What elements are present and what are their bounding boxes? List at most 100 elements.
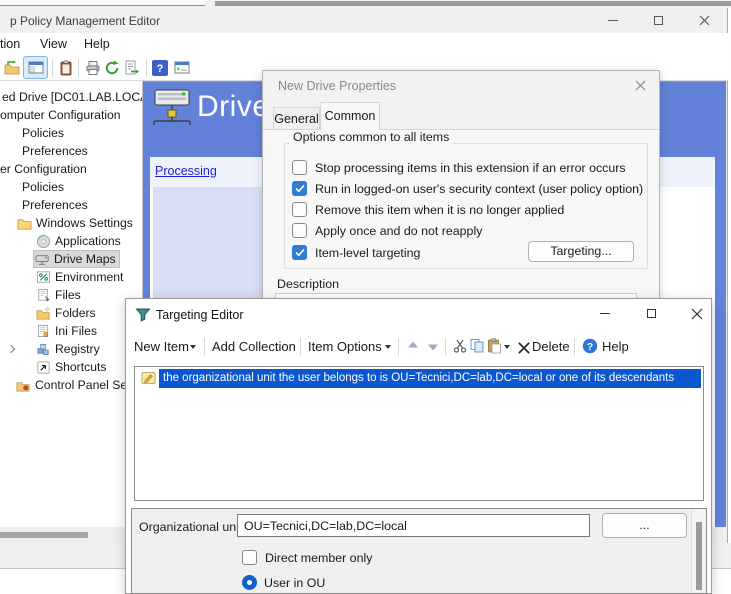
tree-item-folders[interactable]: Folders [36,304,96,322]
svg-text:?: ? [587,341,593,353]
user-in-ou-radio[interactable] [242,575,257,590]
chevron-down-icon[interactable] [504,345,510,349]
tree-item-ini-files[interactable]: Ini Files [36,322,97,340]
tree-item-preferences[interactable]: Preferences [22,142,88,160]
tree-item-files[interactable]: Files [36,286,81,304]
folder-icon [17,216,32,231]
files-icon [36,288,51,303]
processing-link[interactable]: Processing [155,164,217,178]
new-item-button[interactable]: New Item [134,339,189,354]
copy-icon[interactable] [469,338,485,354]
user-in-ou-label: User in OU [264,575,325,591]
move-down-icon[interactable] [425,338,441,354]
options-groupbox-label: Options common to all items [289,130,453,144]
tree-item-policies[interactable]: Policies [22,124,64,142]
minimize-icon [608,20,618,21]
targeting-rule-list[interactable]: the organizational unit the user belongs… [134,366,704,501]
checkbox-item-level-targeting[interactable] [292,245,307,260]
targeting-rule-row[interactable]: the organizational unit the user belongs… [137,369,701,388]
toolbar-separator [78,59,79,77]
tree-item-policies-user[interactable]: Policies [22,178,64,196]
tree-item-registry[interactable]: Registry [36,340,100,358]
checkbox-apply-once[interactable] [292,223,307,238]
paste-icon[interactable] [486,338,502,354]
cut-icon[interactable] [452,338,468,354]
ini-file-icon [36,324,51,339]
tree-item-shortcuts[interactable]: Shortcuts [36,358,106,376]
help-icon[interactable]: ? [152,60,168,76]
targeting-toolbar: New Item Add Collection Item Options [126,331,711,363]
checkbox-apply-once-label: Apply once and do not reapply [315,223,482,239]
checkbox-remove-item-label: Remove this item when it is no longer ap… [315,202,564,218]
toolbar-separator [52,59,53,77]
check-icon [295,184,305,193]
console-window2-icon[interactable] [174,60,190,76]
direct-member-only-checkbox[interactable] [242,550,257,565]
tree-selection: Drive Maps [33,250,120,268]
dialog-close-button[interactable] [625,73,655,98]
folders-icon [36,306,51,321]
te-maximize-button[interactable] [636,301,666,326]
te-minimize-button[interactable] [590,301,620,326]
checkbox-stop-processing[interactable] [292,160,307,175]
background-window-bar [215,1,731,6]
browse-button[interactable]: ... [602,513,687,538]
toolbar-separator [445,338,446,356]
close-icon [635,80,646,91]
close-button[interactable] [689,8,719,33]
item-options-button[interactable]: Item Options [308,339,382,354]
move-up-icon[interactable] [405,338,421,354]
rule-item-icon [141,370,157,386]
console-window-button-selected[interactable] [23,56,48,79]
detail-scrollbar-thumb[interactable] [696,522,702,590]
tree-item-user-configuration[interactable]: er Configuration [0,160,87,178]
minimize-button[interactable] [598,8,628,33]
help-button[interactable]: Help [602,339,629,354]
export-list-icon[interactable] [124,60,140,76]
targeting-editor-window: Targeting Editor New Item Add Collection… [125,298,712,594]
delete-button[interactable]: Delete [532,339,570,354]
expand-chevron-icon[interactable] [7,345,15,353]
checkbox-stop-processing-label: Stop processing items in this extension … [315,160,626,176]
network-drive-icon [151,88,193,128]
tree-item-drive-maps[interactable]: Drive Maps [33,250,120,268]
help-circle-icon[interactable]: ? [582,338,598,354]
checkbox-run-logged-on[interactable] [292,181,307,196]
tree-item-environment[interactable]: Environment [36,268,123,286]
maximize-icon [647,309,656,318]
add-collection-button[interactable]: Add Collection [212,339,296,354]
delete-x-icon[interactable] [516,340,532,356]
tree-item-control-panel-settings[interactable]: Control Panel Sett [16,376,134,394]
open-folder-icon[interactable] [4,60,20,76]
cd-icon [36,234,51,249]
checkbox-remove-item[interactable] [292,202,307,217]
tree-item-windows-settings[interactable]: Windows Settings [17,214,133,232]
maximize-button[interactable] [643,8,673,33]
shortcut-icon [36,360,51,375]
organizational-unit-input[interactable] [237,514,590,537]
printer-icon[interactable] [85,60,101,76]
menu-view[interactable]: View [40,36,67,52]
targeting-editor-title: Targeting Editor [156,308,244,322]
toolbar-separator [204,338,205,356]
clipboard-icon[interactable] [58,60,74,76]
checkbox-item-level-targeting-label: Item-level targeting [315,245,420,261]
chevron-down-icon[interactable] [385,345,391,349]
tab-general[interactable]: General [273,107,320,130]
tree-item-computer-configuration[interactable]: omputer Configuration [0,106,121,124]
refresh-icon[interactable] [104,60,120,76]
screenshot-root: s p Policy Management Editor tion View H… [0,0,731,594]
drive-icon [35,252,50,267]
chevron-down-icon[interactable] [190,345,196,349]
menu-help[interactable]: Help [84,36,110,52]
tree-item-preferences-user[interactable]: Preferences [22,196,88,214]
tree-item-mapped-drive[interactable]: ed Drive [DC01.LAB.LOCA [2,88,143,106]
detail-scrollbar[interactable] [691,510,705,592]
targeting-button[interactable]: Targeting... [528,241,634,262]
tab-common[interactable]: Common [320,102,380,130]
background-window-top-edge [0,0,731,8]
horizontal-scrollbar-thumb[interactable] [0,532,88,538]
te-close-button[interactable] [682,301,712,326]
menu-action[interactable]: tion [0,36,20,52]
tree-item-applications[interactable]: Applications [36,232,121,250]
